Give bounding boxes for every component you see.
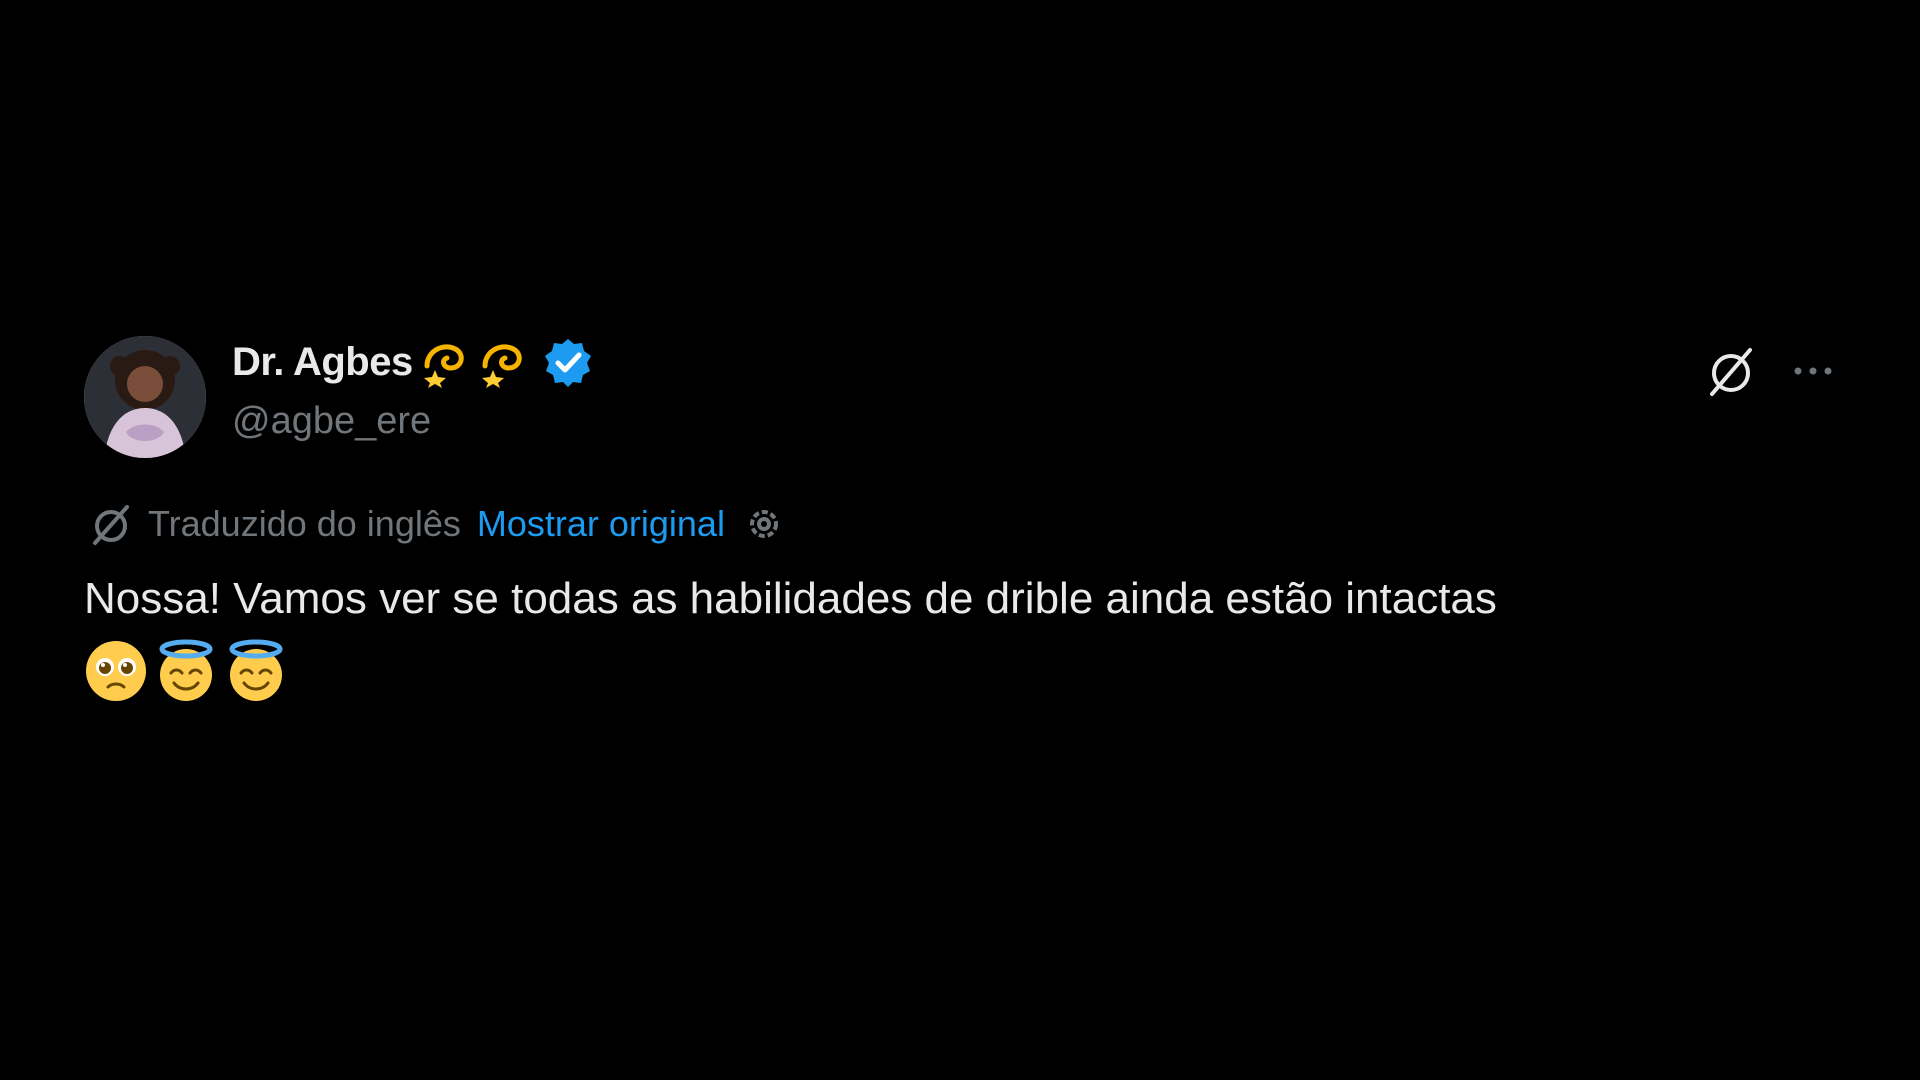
translation-notice: Traduzido do inglês Mostrar original <box>84 496 1840 552</box>
more-options-icon[interactable] <box>1786 344 1840 398</box>
smiling-face-with-halo-emoji-icon <box>159 639 213 701</box>
verified-badge-icon[interactable] <box>543 337 593 387</box>
translated-from-label: Traduzido do inglês <box>148 503 461 544</box>
tweet-header: Dr. Agbes @agbe_ere <box>84 334 1840 462</box>
grok-translate-icon <box>93 505 129 545</box>
avatar[interactable] <box>84 336 206 458</box>
user-handle[interactable]: @agbe_ere <box>232 400 593 443</box>
smiling-face-with-halo-emoji-icon <box>229 639 283 701</box>
tweet-emojis <box>84 636 1840 706</box>
gear-icon[interactable] <box>741 501 787 547</box>
pleading-face-emoji-icon <box>86 641 146 701</box>
grok-icon[interactable] <box>1704 344 1758 398</box>
tweet-text: Nossa! Vamos ver se todas as habilidades… <box>84 574 1497 623</box>
tweet: Dr. Agbes @agbe_ere Traduzido do inglês … <box>84 334 1840 706</box>
dizzy-emoji-icon <box>481 344 522 388</box>
dizzy-emoji-icon <box>423 344 464 388</box>
display-name[interactable]: Dr. Agbes <box>232 340 413 385</box>
show-original-link[interactable]: Mostrar original <box>477 503 725 545</box>
tweet-actions <box>1704 344 1840 398</box>
name-row: Dr. Agbes <box>232 334 593 390</box>
author-block: Dr. Agbes @agbe_ere <box>232 334 593 443</box>
